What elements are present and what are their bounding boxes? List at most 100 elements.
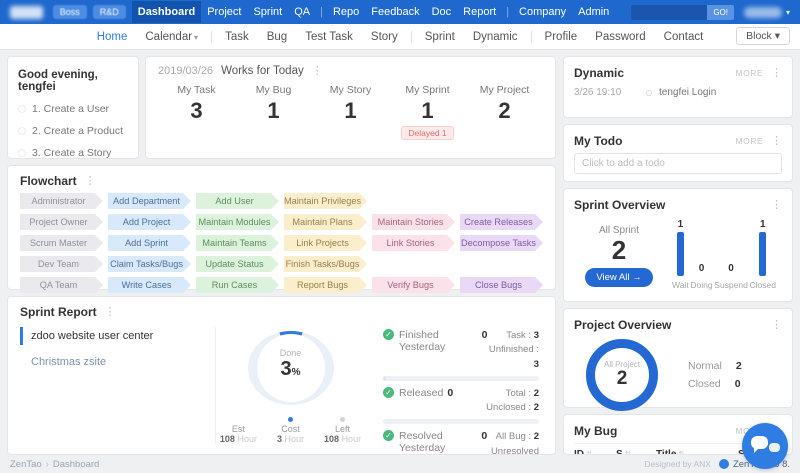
kebab-menu-icon[interactable]: ⋮ xyxy=(771,320,782,331)
rd-badge[interactable]: R&D xyxy=(93,5,126,19)
user-menu[interactable]: ▾ xyxy=(744,7,790,18)
flow-step[interactable]: Write Cases xyxy=(108,277,191,293)
flow-step[interactable]: Finish Tasks/Bugs xyxy=(284,256,367,272)
flow-step[interactable]: Maintain Modules xyxy=(196,214,279,230)
chevron-down-icon: ▾ xyxy=(194,33,198,42)
kebab-menu-icon[interactable]: ⋮ xyxy=(771,136,782,147)
tab-test-task[interactable]: Test Task xyxy=(296,27,362,47)
tab-sprint[interactable]: Sprint xyxy=(416,27,464,47)
tab-profile[interactable]: Profile xyxy=(536,27,587,47)
flow-step[interactable]: QA Team xyxy=(20,277,103,293)
column-label: Title xyxy=(656,449,676,455)
stat-my-sprint[interactable]: My Sprint 1 Delayed 1 xyxy=(389,84,466,141)
hour-unit: Hour xyxy=(285,434,305,444)
stat-my-bug[interactable]: My Bug 1 xyxy=(235,84,312,141)
kebab-menu-icon[interactable]: ⋮ xyxy=(312,66,323,77)
stat-my-project[interactable]: My Project 2 xyxy=(466,84,543,141)
column-label: ID xyxy=(574,449,584,455)
flow-step[interactable]: Add Project xyxy=(108,214,191,230)
hour-label: Left xyxy=(324,424,361,434)
flow-step[interactable]: Decompose Tasks xyxy=(460,235,543,251)
nav-project[interactable]: Project xyxy=(201,1,247,23)
stat-my-task[interactable]: My Task 3 xyxy=(158,84,235,141)
nav-dashboard[interactable]: Dashboard xyxy=(132,1,201,23)
flow-step[interactable]: Maintain Teams xyxy=(196,235,279,251)
nav-company[interactable]: Company xyxy=(513,1,572,23)
flow-step[interactable]: Report Bugs xyxy=(284,277,367,293)
column-id[interactable]: ID⇅ xyxy=(574,449,616,455)
flow-step[interactable]: Verify Bugs xyxy=(372,277,455,293)
flow-step[interactable]: Link Projects xyxy=(284,235,367,251)
kebab-menu-icon[interactable]: ⋮ xyxy=(771,200,782,211)
metric-side-stats: Total : 2Unclosed : 2 xyxy=(486,387,539,416)
guide-item-create-user[interactable]: 1. Create a User xyxy=(18,103,128,115)
zentao-logo[interactable] xyxy=(10,6,43,19)
nav-qa[interactable]: QA xyxy=(288,1,316,23)
tab-bug[interactable]: Bug xyxy=(258,27,296,47)
flow-step[interactable]: Add Sprint xyxy=(108,235,191,251)
footer: ZenTao › Dashboard Designed by ANX ZenTa… xyxy=(0,455,800,473)
tab-story[interactable]: Story xyxy=(362,27,407,47)
column-title[interactable]: Title⇅ xyxy=(656,449,738,455)
sprint-item-active[interactable]: zdoo website user center xyxy=(20,327,215,345)
more-link[interactable]: MORE xyxy=(736,136,764,146)
sprint-item[interactable]: Christmas zsite xyxy=(20,353,215,371)
flow-step[interactable]: Add Department xyxy=(108,193,191,209)
boss-badge[interactable]: Boss xyxy=(53,5,87,19)
nav-feedback[interactable]: Feedback xyxy=(365,1,425,23)
sort-icon[interactable]: ⇅ xyxy=(678,450,685,455)
view-all-button[interactable]: View All → xyxy=(585,268,652,287)
sort-icon[interactable]: ⇅ xyxy=(625,450,632,455)
nav-report[interactable]: Report xyxy=(457,1,502,23)
stat-value: 1 xyxy=(235,99,312,123)
sprint-overview-panel: Sprint Overview ⋮ All Sprint 2 View All … xyxy=(563,188,793,302)
search-input[interactable] xyxy=(631,5,707,20)
more-link[interactable]: MORE xyxy=(736,68,764,78)
nav-admin[interactable]: Admin xyxy=(572,1,615,23)
flow-step[interactable]: Create Releases xyxy=(460,214,543,230)
block-button[interactable]: Block ▾ xyxy=(736,27,790,45)
nav-doc[interactable]: Doc xyxy=(426,1,458,23)
column-severity[interactable]: S⇅ xyxy=(616,449,656,455)
tab-password[interactable]: Password xyxy=(586,27,655,47)
kebab-menu-icon[interactable]: ⋮ xyxy=(85,176,96,187)
guide-item-create-story[interactable]: 3. Create a Story xyxy=(18,147,128,159)
flow-step[interactable]: Dev Team xyxy=(20,256,103,272)
flow-row-dev: Dev Team Claim Tasks/Bugs Update Status … xyxy=(20,256,543,272)
flow-step[interactable]: Close Bugs xyxy=(460,277,543,293)
tab-contact[interactable]: Contact xyxy=(655,27,713,47)
guide-item-create-product[interactable]: 2. Create a Product xyxy=(18,125,128,137)
kebab-menu-icon[interactable]: ⋮ xyxy=(771,68,782,79)
kebab-menu-icon[interactable]: ⋮ xyxy=(105,307,116,318)
breadcrumb-root[interactable]: ZenTao xyxy=(10,459,42,470)
stat-label: My Story xyxy=(312,84,389,96)
flow-step[interactable]: Scrum Master xyxy=(20,235,103,251)
sprint-report-header: Sprint Report ⋮ xyxy=(20,305,543,319)
breadcrumb-page[interactable]: Dashboard xyxy=(53,459,99,470)
flow-step[interactable]: Link Stories xyxy=(372,235,455,251)
search-go-button[interactable]: GO! xyxy=(707,5,734,20)
flow-step[interactable]: Administrator xyxy=(20,193,103,209)
flow-step[interactable]: Update Status xyxy=(196,256,279,272)
tab-calendar[interactable]: Calendar▾ xyxy=(136,27,207,47)
nav-sprint[interactable]: Sprint xyxy=(247,1,288,23)
tab-task[interactable]: Task xyxy=(216,27,258,47)
side-label: All Bug : xyxy=(496,431,531,442)
stat-my-story[interactable]: My Story 1 xyxy=(312,84,389,141)
sort-icon[interactable]: ⇅ xyxy=(586,450,593,455)
dot-icon xyxy=(236,417,241,422)
dynamic-entry[interactable]: 3/26 19:10 tengfei Login xyxy=(564,85,792,100)
flow-step[interactable]: Claim Tasks/Bugs xyxy=(108,256,191,272)
add-todo-input[interactable] xyxy=(574,153,782,174)
flow-step[interactable]: Maintain Plans xyxy=(284,214,367,230)
nav-repo[interactable]: Repo xyxy=(327,1,365,23)
chat-fab-button[interactable] xyxy=(742,423,788,469)
tab-home[interactable]: Home xyxy=(88,27,137,47)
flow-step[interactable]: Maintain Privileges xyxy=(284,193,367,209)
flow-step[interactable]: Run Cases xyxy=(196,277,279,293)
flow-step[interactable]: Project Owner xyxy=(20,214,103,230)
flow-step[interactable]: Add User xyxy=(196,193,279,209)
flow-step[interactable]: Maintain Stories xyxy=(372,214,455,230)
tab-dynamic[interactable]: Dynamic xyxy=(464,27,527,47)
hour-cost: Cost 3 Hour xyxy=(277,417,304,444)
